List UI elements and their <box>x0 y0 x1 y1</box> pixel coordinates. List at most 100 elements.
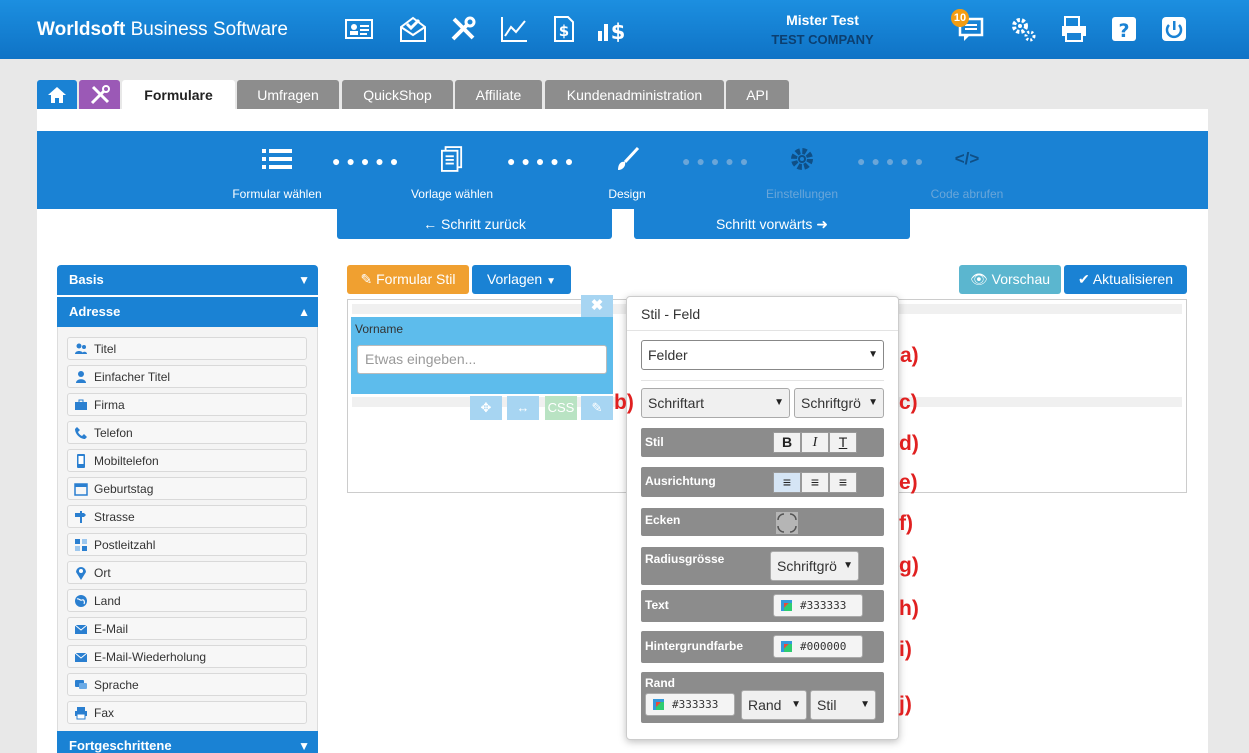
sidebar-item-ort[interactable]: Ort <box>67 561 307 584</box>
sidebar-item-sprache[interactable]: Sprache <box>67 673 307 696</box>
sidebar-item-einfacher-titel[interactable]: Einfacher Titel <box>67 365 307 388</box>
align-left-icon[interactable]: ≡ <box>773 472 801 493</box>
radius-size-select[interactable]: Schriftgrö ▼ <box>770 551 859 581</box>
popup-title: Stil - Feld <box>641 306 701 322</box>
revenue-icon[interactable]: $ <box>597 14 627 44</box>
tab-tools[interactable] <box>79 80 120 110</box>
step-code-abrufen[interactable]: </> Code abrufen <box>892 131 1042 201</box>
settings-gears-icon[interactable] <box>1008 14 1038 44</box>
annotation-g: g) <box>899 554 919 577</box>
user-icon <box>76 371 86 383</box>
mobile-icon <box>77 454 85 468</box>
caret-down-icon: ▼ <box>791 699 801 710</box>
move-icon[interactable]: ✥ <box>470 396 502 420</box>
map-marker-icon <box>76 567 86 580</box>
tools-icon[interactable] <box>448 14 478 44</box>
calendar-icon <box>74 483 88 496</box>
align-center-icon[interactable]: ≡ <box>801 472 829 493</box>
step-forward-button[interactable]: Schritt vorwärts ➜ <box>634 209 910 239</box>
annotation-e: e) <box>899 471 918 494</box>
chevron-up-icon: ▲ <box>298 305 310 319</box>
company-name: TEST COMPANY <box>771 32 874 47</box>
line-chart-icon[interactable] <box>499 14 529 44</box>
sidebar-item-land[interactable]: Land <box>67 589 307 612</box>
color-swatch-icon <box>781 600 792 611</box>
border-style-select[interactable]: Stil ▼ <box>810 690 876 720</box>
wizard-steps: Formular wählen ●●●●● Vorlage wählen ●●●… <box>37 131 1208 209</box>
user-info[interactable]: Mister Test TEST COMPANY <box>720 12 925 47</box>
sidebar-item-email[interactable]: E-Mail <box>67 617 307 640</box>
notification-badge[interactable]: 10 <box>951 9 969 27</box>
sidebar-item-firma[interactable]: Firma <box>67 393 307 416</box>
envelope-icon <box>74 624 88 634</box>
tab-home[interactable] <box>37 80 77 110</box>
pencil-icon[interactable]: ✎ <box>581 396 613 420</box>
tab-kundenadministration[interactable]: Kundenadministration <box>545 80 724 110</box>
code-icon: </> <box>954 149 980 168</box>
signpost-icon <box>75 511 86 523</box>
corners-icon[interactable] <box>775 511 799 535</box>
tab-affiliate[interactable]: Affiliate <box>455 80 542 110</box>
tab-api[interactable]: API <box>726 80 789 110</box>
sidebar-item-telefon[interactable]: Telefon <box>67 421 307 444</box>
resize-horizontal-icon[interactable]: ↔ <box>507 396 539 420</box>
invoice-dollar-icon[interactable]: $ <box>548 14 578 44</box>
font-family-select[interactable]: Schriftart ▼ <box>641 388 790 418</box>
tab-formulare[interactable]: Formulare <box>122 80 235 110</box>
vorschau-button[interactable]: 👁 Vorschau <box>959 265 1061 294</box>
sidebar-item-strasse[interactable]: Strasse <box>67 505 307 528</box>
remove-field-button[interactable]: ✖ <box>581 295 613 317</box>
sidebar-section-basis[interactable]: Basis ▼ <box>57 265 318 295</box>
svg-text:$: $ <box>611 20 626 44</box>
sidebar-item-mobiltelefon[interactable]: Mobiltelefon <box>67 449 307 472</box>
background-color-picker[interactable]: #000000 <box>773 635 863 658</box>
aktualisieren-button[interactable]: ✔ Aktualisieren <box>1064 265 1187 294</box>
mail-check-icon[interactable] <box>398 14 428 44</box>
sidebar-section-fortgeschrittene[interactable]: Fortgeschrittene ▼ <box>57 731 318 753</box>
element-select[interactable]: Felder ▼ <box>641 340 884 370</box>
formular-stil-button[interactable]: ✎ Formular Stil <box>347 265 469 294</box>
bold-button[interactable]: B <box>773 432 801 453</box>
tab-umfragen[interactable]: Umfragen <box>237 80 339 110</box>
annotation-i: i) <box>899 638 912 661</box>
sidebar-item-titel[interactable]: Titel <box>67 337 307 360</box>
gear-icon <box>791 148 813 170</box>
alignment-buttons: ≡ ≡ ≡ <box>773 472 857 493</box>
power-icon[interactable] <box>1159 14 1189 44</box>
help-icon[interactable]: ? <box>1109 14 1139 44</box>
align-right-icon[interactable]: ≡ <box>829 472 857 493</box>
caret-down-icon: ▼ <box>860 699 870 710</box>
sidebar-item-postleitzahl[interactable]: Postleitzahl <box>67 533 307 556</box>
chevron-down-icon: ▼ <box>298 739 310 753</box>
selected-field-vorname[interactable]: Vorname Etwas eingeben... <box>351 317 613 394</box>
sidebar-item-fax[interactable]: Fax <box>67 701 307 724</box>
border-color-picker[interactable]: #333333 <box>645 693 735 716</box>
vorname-input[interactable]: Etwas eingeben... <box>357 345 607 374</box>
print-icon[interactable] <box>1059 14 1089 44</box>
svg-text:?: ? <box>1118 20 1129 42</box>
annotation-a: a) <box>900 344 919 367</box>
vorlagen-dropdown[interactable]: Vorlagen ▼ <box>472 265 571 294</box>
underline-button[interactable]: T <box>829 432 857 453</box>
check-circle-icon: ✔ <box>1077 271 1090 287</box>
css-button[interactable]: CSS <box>545 396 577 420</box>
color-swatch-icon <box>781 641 792 652</box>
brush-icon <box>618 146 640 170</box>
step-vorlage-waehlen[interactable]: Vorlage wählen <box>377 131 527 201</box>
printer-icon <box>75 707 87 720</box>
brand-logo[interactable]: Worldsoft Business Software <box>37 19 288 41</box>
sidebar-item-geburtstag[interactable]: Geburtstag <box>67 477 307 500</box>
sidebar-item-email-wiederholung[interactable]: E-Mail-Wiederholung <box>67 645 307 668</box>
sidebar-section-adresse[interactable]: Adresse ▲ <box>57 297 318 327</box>
step-einstellungen[interactable]: Einstellungen <box>727 131 877 201</box>
caret-down-icon: ▼ <box>774 397 784 408</box>
italic-button[interactable]: I <box>801 432 829 453</box>
step-back-button[interactable]: ← Schritt zurück <box>337 209 612 239</box>
contact-card-icon[interactable] <box>344 14 374 44</box>
border-width-select[interactable]: Rand ▼ <box>741 690 807 720</box>
step-formular-waehlen[interactable]: Formular wählen <box>202 131 352 201</box>
font-size-select[interactable]: Schriftgrö ▼ <box>794 388 884 418</box>
tab-quickshop[interactable]: QuickShop <box>342 80 453 110</box>
step-design[interactable]: Design <box>552 131 702 201</box>
text-color-picker[interactable]: #333333 <box>773 594 863 617</box>
